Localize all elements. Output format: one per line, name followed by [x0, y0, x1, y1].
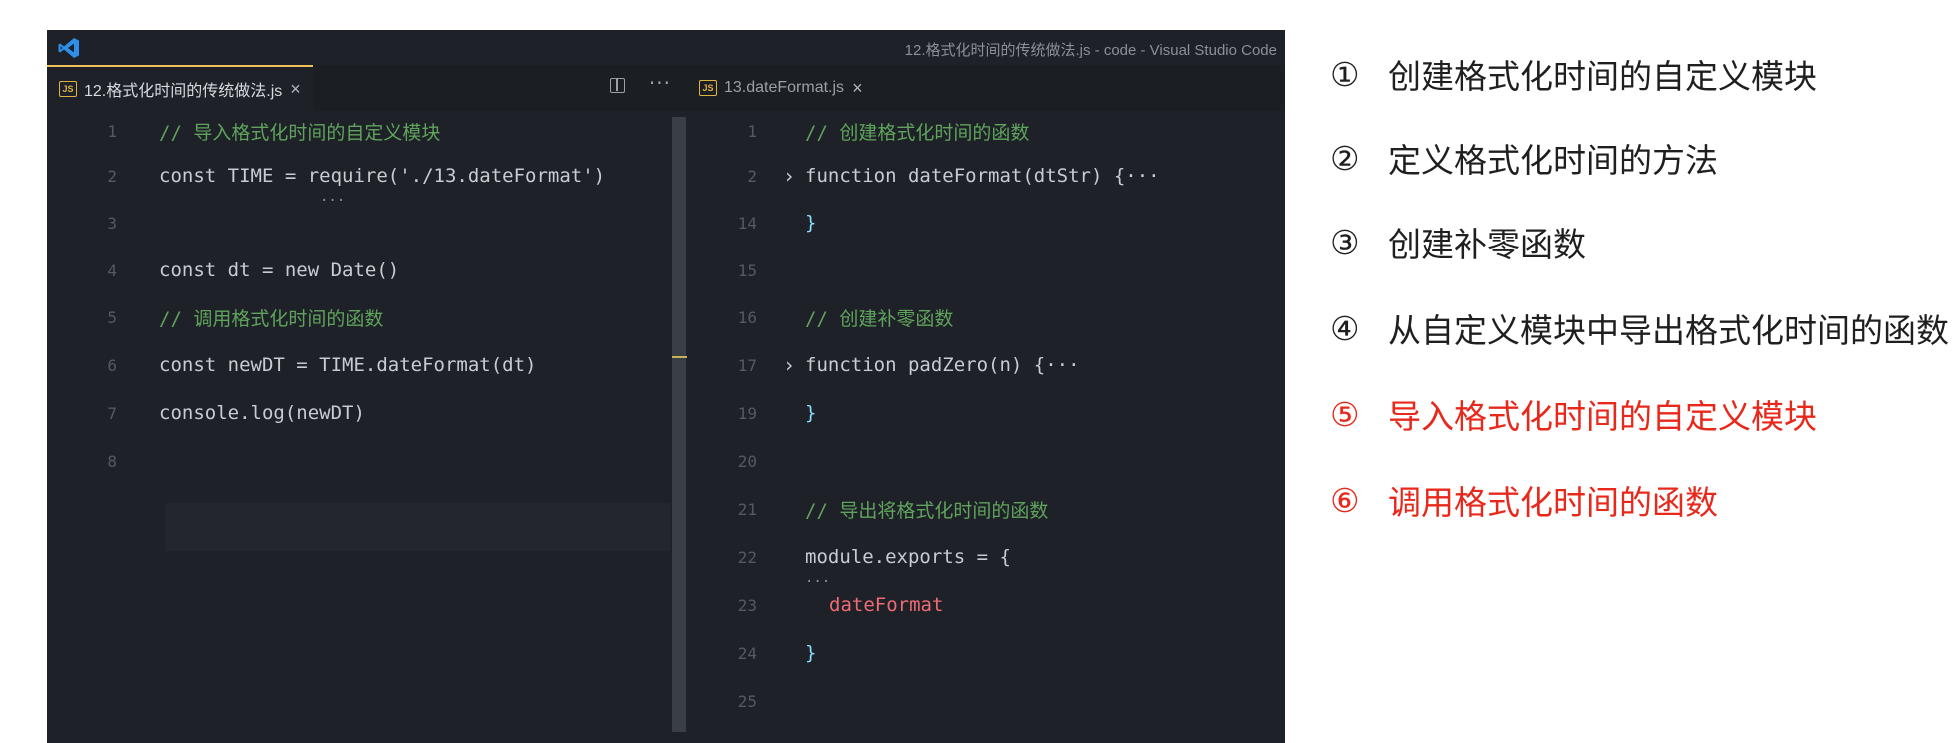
- line-number: 7: [107, 403, 117, 423]
- current-line-highlight: [165, 503, 670, 551]
- line-number: 16: [737, 307, 757, 327]
- code-line: 16 // 创建补零函数: [687, 297, 1285, 337]
- code-line: 23 dateFormat: [687, 585, 1285, 625]
- tab-label: 13.dateFormat.js: [724, 79, 845, 96]
- step-text: 调用格式化时间的函数: [1388, 483, 1718, 522]
- step-text: 定义格式化时间的方法: [1388, 141, 1718, 180]
- code-line: 2 › function dateFormat(dtStr) {···: [687, 156, 1285, 196]
- step-text: 创建格式化时间的自定义模块: [1388, 57, 1817, 96]
- line-number: 19: [737, 403, 757, 423]
- close-icon[interactable]: ×: [852, 78, 863, 99]
- code-line: 15: [687, 250, 1285, 290]
- right-tab-bar: JS 13.dateFormat.js ×: [687, 65, 1285, 111]
- code-text: function dateFormat(dtStr) {···: [805, 165, 1160, 187]
- code-line: 19 }: [687, 393, 1285, 433]
- code-text: // 导入格式化时间的自定义模块: [159, 121, 441, 144]
- line-number: 3: [107, 213, 117, 233]
- code-text: const newDT = TIME.dateFormat(dt): [159, 354, 537, 376]
- code-line: 25: [687, 681, 1285, 721]
- step-number: ⑥: [1330, 480, 1360, 520]
- step-text: 从自定义模块中导出格式化时间的函数: [1388, 311, 1949, 350]
- line-number: 2: [747, 166, 757, 186]
- code-line: 5 // 调用格式化时间的函数: [47, 297, 687, 337]
- left-editor-group: JS 12.格式化时间的传统做法.js × ··· 1 // 导入格式化时间的自…: [47, 65, 687, 743]
- code-line: 22 module.exports = {: [687, 537, 1285, 577]
- line-number: 23: [737, 595, 757, 615]
- chevron-right-icon[interactable]: ›: [783, 164, 795, 188]
- code-text: dateFormat: [829, 594, 944, 616]
- step-item: ② 定义格式化时间的方法: [1330, 134, 1718, 182]
- line-number: 8: [107, 451, 117, 471]
- step-number: ④: [1330, 308, 1360, 348]
- step-number: ③: [1330, 222, 1360, 262]
- code-text: }: [805, 212, 817, 234]
- code-line: 20: [687, 441, 1285, 481]
- js-file-icon: JS: [59, 81, 77, 97]
- line-number: 15: [737, 260, 757, 280]
- line-number: 21: [737, 499, 757, 519]
- step-number: ⑤: [1330, 394, 1360, 434]
- window-title: 12.格式化时间的传统做法.js - code - Visual Studio …: [904, 42, 1277, 59]
- left-editor[interactable]: 1 // 导入格式化时间的自定义模块 2 const TIME = requir…: [47, 111, 687, 743]
- code-line: 7 console.log(newDT): [47, 393, 687, 433]
- code-line: 14 }: [687, 203, 1285, 243]
- vscode-logo-icon: [58, 38, 79, 58]
- code-line: 4 const dt = new Date(): [47, 250, 687, 290]
- code-line: 1 // 创建格式化时间的函数: [687, 111, 1285, 151]
- line-number: 22: [737, 547, 757, 567]
- code-text: }: [805, 642, 817, 664]
- step-item: ④ 从自定义模块中导出格式化时间的函数: [1330, 304, 1949, 352]
- code-text: }: [805, 402, 817, 424]
- line-number: 2: [107, 166, 117, 186]
- split-editor-icon[interactable]: [610, 78, 625, 93]
- right-editor[interactable]: 1 // 创建格式化时间的函数 2 › function dateFormat(…: [687, 111, 1285, 743]
- tab-13-dateformat[interactable]: JS 13.dateFormat.js ×: [687, 65, 875, 111]
- code-text: function padZero(n) {···: [805, 354, 1080, 376]
- code-text: // 调用格式化时间的函数: [159, 307, 384, 330]
- step-text: 创建补零函数: [1388, 225, 1586, 264]
- code-line: 21 // 导出将格式化时间的函数: [687, 489, 1285, 529]
- code-text: console.log(newDT): [159, 402, 365, 424]
- step-item: ③ 创建补零函数: [1330, 218, 1586, 266]
- code-text: // 创建补零函数: [805, 307, 954, 330]
- left-tab-bar: JS 12.格式化时间的传统做法.js × ···: [47, 65, 687, 111]
- line-number: 1: [747, 121, 757, 141]
- code-line: 8: [47, 441, 687, 481]
- step-item: ⑤ 导入格式化时间的自定义模块: [1330, 390, 1817, 438]
- line-number: 5: [107, 307, 117, 327]
- step-number: ②: [1330, 138, 1360, 178]
- code-text: const TIME = require('./13.dateFormat'): [159, 165, 606, 187]
- code-line: 17 › function padZero(n) {···: [687, 345, 1285, 385]
- code-line: 3: [47, 203, 687, 243]
- step-item: ⑥ 调用格式化时间的函数: [1330, 476, 1718, 524]
- line-number: 4: [107, 260, 117, 280]
- code-line: 1 // 导入格式化时间的自定义模块: [47, 111, 687, 151]
- step-item: ① 创建格式化时间的自定义模块: [1330, 50, 1817, 98]
- line-number: 25: [737, 691, 757, 711]
- title-bar: 12.格式化时间的传统做法.js - code - Visual Studio …: [47, 30, 1285, 65]
- code-line: 2 const TIME = require('./13.dateFormat'…: [47, 156, 687, 196]
- right-editor-group: JS 13.dateFormat.js × 1 // 创建格式化时间的函数 2 …: [687, 65, 1285, 743]
- tab-label: 12.格式化时间的传统做法.js: [84, 83, 283, 100]
- line-number: 14: [737, 213, 757, 233]
- code-line: 6 const newDT = TIME.dateFormat(dt): [47, 345, 687, 385]
- line-number: 17: [737, 355, 757, 375]
- step-text: 导入格式化时间的自定义模块: [1388, 397, 1817, 436]
- line-number: 6: [107, 355, 117, 375]
- tab-12-js[interactable]: JS 12.格式化时间的传统做法.js ×: [47, 65, 313, 111]
- close-icon[interactable]: ×: [290, 79, 301, 100]
- line-number: 20: [737, 451, 757, 471]
- code-text: // 创建格式化时间的函数: [805, 121, 1030, 144]
- more-actions-icon[interactable]: ···: [649, 71, 671, 95]
- line-number: 24: [737, 643, 757, 663]
- code-text: const dt = new Date(): [159, 259, 400, 281]
- chevron-right-icon[interactable]: ›: [783, 353, 795, 377]
- code-text: // 导出将格式化时间的函数: [805, 499, 1049, 522]
- step-number: ①: [1330, 54, 1360, 94]
- line-number: 1: [107, 121, 117, 141]
- vscode-window: 12.格式化时间的传统做法.js - code - Visual Studio …: [47, 30, 1285, 743]
- code-text: module.exports = {: [805, 546, 1011, 568]
- code-line: 24 }: [687, 633, 1285, 673]
- js-file-icon: JS: [699, 80, 717, 96]
